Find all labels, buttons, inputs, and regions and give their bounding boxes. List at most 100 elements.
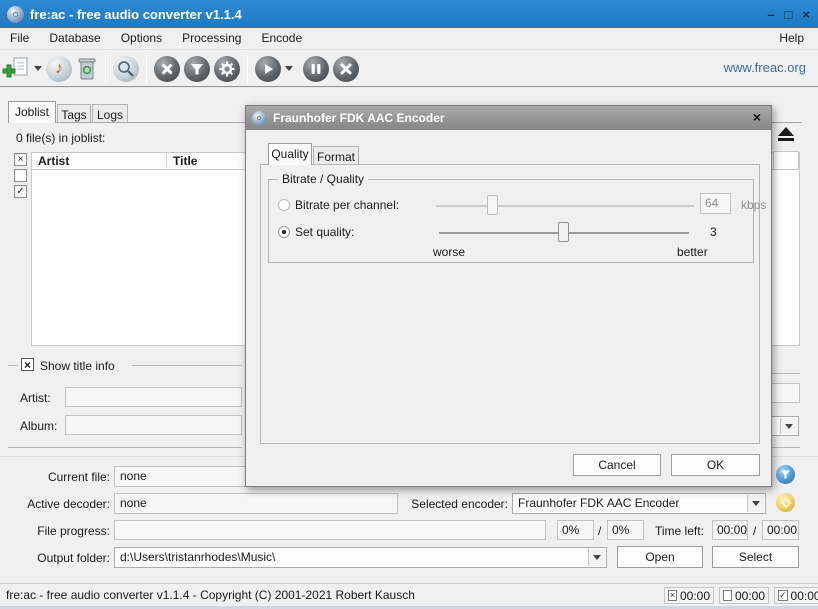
add-files-dropdown-icon[interactable] bbox=[34, 66, 42, 71]
current-file-label: Current file: bbox=[10, 470, 110, 484]
select-folder-button[interactable]: Select bbox=[712, 546, 799, 568]
pause-conversion-button[interactable] bbox=[303, 56, 329, 82]
bitrate-radio-label: Bitrate per channel: bbox=[295, 198, 399, 212]
output-folder-label: Output folder: bbox=[10, 551, 110, 565]
time-remaining-value: 00:00 bbox=[735, 589, 765, 603]
menu-database[interactable]: Database bbox=[39, 28, 110, 49]
tab-logs-label: Logs bbox=[97, 108, 123, 122]
time-elapsed-value: 00:00 bbox=[680, 589, 710, 603]
joblist-count: 0 file(s) in joblist: bbox=[16, 131, 105, 145]
processing-status-button[interactable] bbox=[776, 465, 795, 484]
open-folder-button[interactable]: Open bbox=[617, 546, 703, 568]
set-quality-radio-label: Set quality: bbox=[295, 225, 354, 239]
select-none-button[interactable] bbox=[14, 169, 27, 182]
bitrate-radio[interactable] bbox=[278, 199, 290, 211]
toggle-selection-button[interactable]: ✓ bbox=[14, 185, 27, 198]
menu-options[interactable]: Options bbox=[111, 28, 172, 49]
artist-field[interactable] bbox=[65, 387, 242, 407]
time-remaining-panel: 00:00 bbox=[719, 587, 769, 604]
dialog-tab-format[interactable]: Format bbox=[313, 146, 359, 165]
time-left-total-value: 00:00 bbox=[762, 520, 799, 540]
show-title-info-checkbox[interactable]: × bbox=[21, 358, 34, 371]
worse-label: worse bbox=[433, 245, 465, 259]
output-folder-combo[interactable]: d:\Users\tristanrhodes\Music\ bbox=[114, 547, 607, 568]
start-conversion-button[interactable] bbox=[255, 56, 293, 82]
slash-separator: / bbox=[598, 524, 601, 538]
app-window: fre:ac - free audio converter v1.1.4 – □… bbox=[0, 0, 818, 609]
output-folder-value: d:\Users\tristanrhodes\Music\ bbox=[120, 550, 275, 564]
bitrate-slider-thumb[interactable] bbox=[487, 195, 498, 215]
add-files-icon bbox=[2, 56, 30, 82]
remove-all-button[interactable] bbox=[76, 56, 98, 82]
statusbar-text: fre:ac - free audio converter v1.1.4 - C… bbox=[6, 588, 415, 602]
combo-arrow-icon[interactable] bbox=[780, 418, 797, 434]
add-audio-cd-button[interactable]: ♪ bbox=[46, 56, 72, 82]
album-field[interactable] bbox=[65, 415, 242, 435]
set-quality-radio[interactable] bbox=[278, 226, 290, 238]
dialog-tab-format-label: Format bbox=[317, 150, 355, 164]
bitrate-value-field[interactable]: 64 bbox=[700, 193, 731, 214]
cancel-button[interactable]: Cancel bbox=[573, 454, 661, 476]
gear-icon bbox=[780, 497, 792, 509]
x-mark-icon: × bbox=[668, 590, 677, 601]
stop-conversion-button[interactable] bbox=[333, 56, 359, 82]
active-decoder-label: Active decoder: bbox=[10, 497, 110, 511]
menu-file[interactable]: File bbox=[0, 28, 39, 49]
combo-arrow-icon[interactable] bbox=[747, 495, 764, 512]
configure-settings-button[interactable] bbox=[214, 56, 240, 82]
configure-encoder-button[interactable] bbox=[776, 493, 795, 512]
select-all-button[interactable]: × bbox=[14, 153, 27, 166]
time-left-track-value: 00:00 bbox=[712, 520, 748, 540]
add-files-button[interactable] bbox=[2, 56, 42, 82]
tab-logs[interactable]: Logs bbox=[92, 104, 128, 123]
cddb-query-button[interactable] bbox=[113, 56, 139, 82]
status-bar: fre:ac - free audio converter v1.1.4 - C… bbox=[0, 583, 818, 606]
gear-icon bbox=[214, 56, 240, 82]
menu-encode[interactable]: Encode bbox=[251, 28, 312, 49]
artist-label: Artist: bbox=[20, 391, 51, 405]
quality-slider-thumb[interactable] bbox=[558, 222, 569, 242]
close-button[interactable]: × bbox=[802, 7, 810, 22]
time-total-panel: ✓ 00:00 bbox=[774, 587, 818, 604]
column-title[interactable]: Title bbox=[166, 154, 197, 168]
eject-icon bbox=[778, 127, 794, 136]
combo-arrow-icon[interactable] bbox=[588, 549, 605, 566]
group-line bbox=[132, 365, 242, 366]
music-note-disc-icon: ♪ bbox=[46, 56, 72, 82]
signal-processing-button[interactable] bbox=[184, 56, 210, 82]
dialog-tab-quality[interactable]: Quality bbox=[268, 143, 312, 165]
pause-icon bbox=[303, 56, 329, 82]
group-title: Bitrate / Quality bbox=[278, 172, 368, 186]
menu-processing[interactable]: Processing bbox=[172, 28, 251, 49]
play-icon bbox=[255, 56, 281, 82]
empty-box-icon bbox=[723, 590, 732, 601]
dialog-close-button[interactable]: × bbox=[753, 109, 761, 125]
toolbar-separator bbox=[247, 55, 248, 83]
general-settings-button[interactable] bbox=[154, 56, 180, 82]
dialog-title-bar: Fraunhofer FDK AAC Encoder × bbox=[246, 106, 771, 130]
check-icon: ✓ bbox=[778, 590, 788, 601]
tab-joblist[interactable]: Joblist bbox=[8, 101, 56, 123]
selected-encoder-combo[interactable]: Fraunhofer FDK AAC Encoder bbox=[512, 493, 766, 514]
progress-total-value: 0% bbox=[607, 520, 644, 540]
title-bar: fre:ac - free audio converter v1.1.4 – □… bbox=[0, 0, 818, 28]
minimize-button[interactable]: – bbox=[767, 7, 774, 22]
maximize-button[interactable]: □ bbox=[785, 7, 793, 22]
funnel-icon bbox=[780, 469, 791, 480]
encoder-config-dialog: Fraunhofer FDK AAC Encoder × Quality For… bbox=[245, 105, 772, 487]
time-elapsed-panel: × 00:00 bbox=[664, 587, 714, 604]
wrench-icon bbox=[154, 56, 180, 82]
tab-tags[interactable]: Tags bbox=[57, 104, 91, 123]
quality-value: 3 bbox=[710, 225, 717, 239]
menu-help[interactable]: Help bbox=[773, 28, 810, 49]
ok-button[interactable]: OK bbox=[671, 454, 760, 476]
start-conversion-dropdown-icon[interactable] bbox=[285, 66, 293, 71]
toolbar-separator bbox=[105, 55, 106, 83]
website-link[interactable]: www.freac.org bbox=[724, 60, 806, 75]
eject-button[interactable] bbox=[773, 127, 799, 145]
tab-tags-label: Tags bbox=[61, 108, 86, 122]
column-artist[interactable]: Artist bbox=[38, 154, 166, 168]
better-label: better bbox=[677, 245, 708, 259]
funnel-icon bbox=[184, 56, 210, 82]
show-title-info-label: Show title info bbox=[40, 359, 115, 373]
